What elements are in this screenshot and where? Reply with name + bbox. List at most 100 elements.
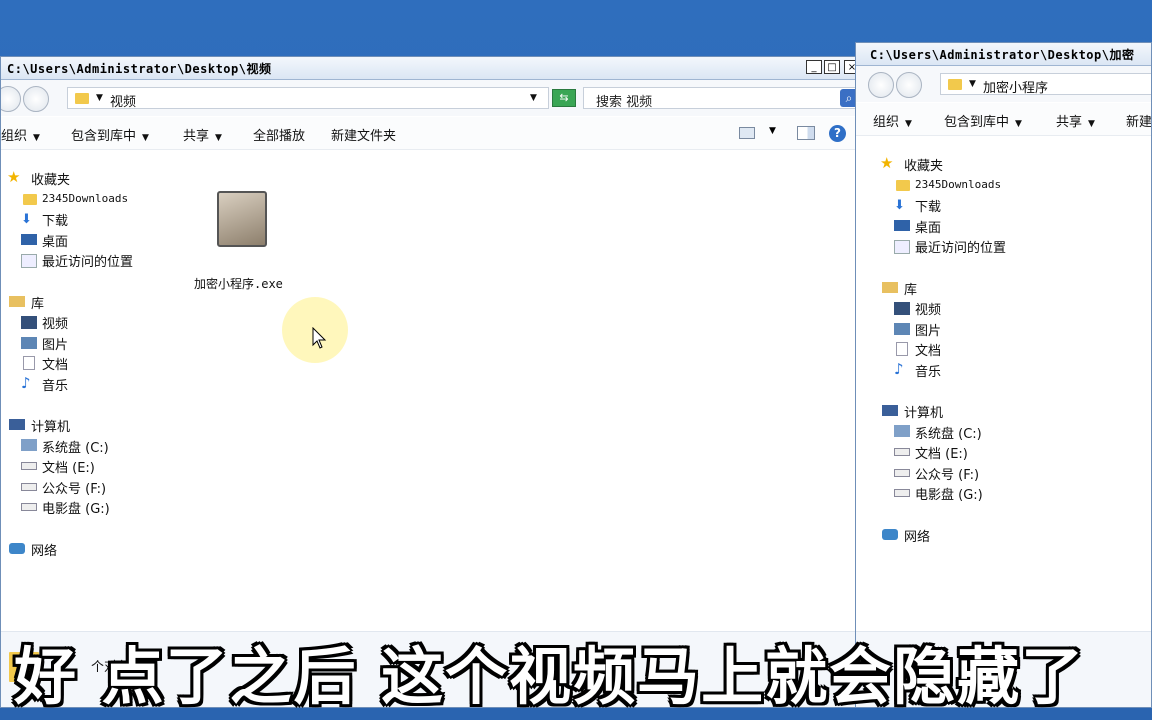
window-title: C:\Users\Administrator\Desktop\加密 bbox=[870, 48, 1135, 62]
file-name: 加密小程序.exe bbox=[194, 277, 283, 291]
forward-button[interactable] bbox=[23, 86, 49, 112]
navigation-bar: ▼ 加密小程序 bbox=[856, 66, 1151, 102]
nav-item-2345downloads[interactable]: 2345Downloads bbox=[915, 178, 1001, 191]
title-bar[interactable]: C:\Users\Administrator\Desktop\加密 bbox=[856, 43, 1151, 66]
nav-item-music[interactable]: 音乐 bbox=[915, 361, 941, 380]
folder-icon bbox=[896, 180, 910, 191]
view-dropdown-icon[interactable]: ▼ bbox=[769, 126, 776, 136]
help-icon[interactable]: ? bbox=[829, 125, 846, 142]
nav-drive-c[interactable]: 系统盘 (C:) bbox=[42, 437, 109, 456]
nav-item-desktop[interactable]: 桌面 bbox=[42, 231, 68, 250]
address-bar[interactable]: ▼ 加密小程序 bbox=[940, 73, 1151, 96]
address-text: 加密小程序 bbox=[983, 81, 1049, 96]
refresh-button[interactable]: ⇆ bbox=[552, 89, 576, 107]
share-menu[interactable]: 共享 ▼ bbox=[1056, 111, 1095, 130]
pictures-icon bbox=[21, 337, 37, 349]
video-icon bbox=[894, 302, 910, 315]
nav-item-recent[interactable]: 最近访问的位置 bbox=[915, 237, 1006, 256]
nav-drive-f[interactable]: 公众号 (F:) bbox=[915, 464, 979, 483]
music-icon: ♪ bbox=[894, 360, 904, 378]
nav-libraries[interactable]: 库 bbox=[904, 279, 917, 298]
nav-item-downloads[interactable]: 下载 bbox=[42, 210, 68, 229]
recent-places-icon bbox=[894, 240, 910, 254]
include-library-menu[interactable]: 包含到库中 ▼ bbox=[944, 111, 1022, 130]
nav-favorites[interactable]: 收藏夹 bbox=[31, 169, 70, 188]
folder-icon bbox=[948, 79, 962, 90]
maximize-button[interactable]: □ bbox=[824, 60, 840, 74]
nav-libraries[interactable]: 库 bbox=[31, 293, 44, 312]
pictures-icon bbox=[894, 323, 910, 335]
nav-item-2345downloads[interactable]: 2345Downloads bbox=[42, 192, 128, 205]
video-icon bbox=[21, 316, 37, 329]
star-icon: ★ bbox=[7, 168, 21, 186]
nav-drive-c[interactable]: 系统盘 (C:) bbox=[915, 423, 982, 442]
nav-favorites[interactable]: 收藏夹 bbox=[904, 155, 943, 174]
title-bar[interactable]: C:\Users\Administrator\Desktop\视频 _ □ × bbox=[1, 57, 863, 80]
organize-menu[interactable]: 组织 ▼ bbox=[1, 125, 40, 144]
address-dropdown-icon[interactable]: ▼ bbox=[530, 93, 537, 103]
search-box[interactable]: 搜索 视频 ⌕ bbox=[583, 87, 861, 110]
executable-file-icon bbox=[217, 191, 267, 247]
view-options-icon[interactable] bbox=[739, 127, 755, 139]
download-icon: ⬇ bbox=[21, 212, 32, 227]
play-all-button[interactable]: 全部播放 bbox=[253, 125, 305, 144]
system-drive-icon bbox=[21, 439, 37, 451]
folder-icon bbox=[23, 194, 37, 205]
nav-network[interactable]: 网络 bbox=[31, 540, 57, 559]
nav-drive-e[interactable]: 文档 (E:) bbox=[915, 443, 968, 462]
new-folder-button[interactable]: 新建文件夹 bbox=[331, 125, 396, 144]
nav-computer[interactable]: 计算机 bbox=[904, 402, 943, 421]
window-title: C:\Users\Administrator\Desktop\视频 bbox=[7, 62, 272, 76]
computer-icon bbox=[9, 419, 25, 430]
address-text: 视频 bbox=[110, 95, 137, 110]
nav-item-documents[interactable]: 文档 bbox=[42, 354, 68, 373]
nav-item-documents[interactable]: 文档 bbox=[915, 340, 941, 359]
nav-item-music[interactable]: 音乐 bbox=[42, 375, 68, 394]
drive-icon bbox=[21, 483, 37, 491]
minimize-button[interactable]: _ bbox=[806, 60, 822, 74]
explorer-window-encrypt[interactable]: C:\Users\Administrator\Desktop\加密 ▼ 加密小程… bbox=[855, 42, 1152, 708]
search-placeholder: 搜索 视频 bbox=[596, 95, 653, 110]
file-item[interactable]: 加密小程序.exe bbox=[187, 185, 299, 295]
nav-item-pictures[interactable]: 图片 bbox=[42, 334, 68, 353]
folder-icon bbox=[75, 93, 89, 104]
nav-item-desktop[interactable]: 桌面 bbox=[915, 217, 941, 236]
back-button[interactable] bbox=[1, 86, 21, 112]
command-bar: 组织 ▼ 包含到库中 ▼ 共享 ▼ 全部播放 新建文件夹 ▼ ? bbox=[1, 117, 863, 150]
address-bar[interactable]: ▼ 视频 ▼ bbox=[67, 87, 549, 110]
network-icon bbox=[882, 529, 898, 540]
nav-item-videos[interactable]: 视频 bbox=[915, 299, 941, 318]
nav-drive-g[interactable]: 电影盘 (G:) bbox=[42, 498, 110, 517]
new-folder-button[interactable]: 新建 bbox=[1126, 111, 1151, 130]
drive-icon bbox=[21, 462, 37, 470]
share-menu[interactable]: 共享 ▼ bbox=[183, 125, 222, 144]
desktop-icon bbox=[21, 234, 37, 245]
navigation-bar: ▼ 视频 ▼ ⇆ 搜索 视频 ⌕ bbox=[1, 80, 863, 116]
nav-drive-e[interactable]: 文档 (E:) bbox=[42, 457, 95, 476]
nav-drive-f[interactable]: 公众号 (F:) bbox=[42, 478, 106, 497]
drive-icon bbox=[894, 489, 910, 497]
computer-icon bbox=[882, 405, 898, 416]
library-icon bbox=[9, 296, 25, 307]
desktop-icon bbox=[894, 220, 910, 231]
library-icon bbox=[882, 282, 898, 293]
nav-item-downloads[interactable]: 下载 bbox=[915, 196, 941, 215]
nav-item-pictures[interactable]: 图片 bbox=[915, 320, 941, 339]
star-icon: ★ bbox=[880, 154, 894, 172]
forward-button[interactable] bbox=[896, 72, 922, 98]
nav-item-videos[interactable]: 视频 bbox=[42, 313, 68, 332]
include-library-menu[interactable]: 包含到库中 ▼ bbox=[71, 125, 149, 144]
nav-computer[interactable]: 计算机 bbox=[31, 416, 70, 435]
network-icon bbox=[9, 543, 25, 554]
download-icon: ⬇ bbox=[894, 198, 905, 213]
back-button[interactable] bbox=[868, 72, 894, 98]
video-subtitle: 好 点了之后 这个视频马上就会隐藏了 bbox=[14, 640, 1086, 713]
explorer-window-video[interactable]: C:\Users\Administrator\Desktop\视频 _ □ × … bbox=[0, 56, 864, 708]
drive-icon bbox=[21, 503, 37, 511]
nav-item-recent[interactable]: 最近访问的位置 bbox=[42, 251, 133, 270]
nav-network[interactable]: 网络 bbox=[904, 526, 930, 545]
nav-drive-g[interactable]: 电影盘 (G:) bbox=[915, 484, 983, 503]
organize-menu[interactable]: 组织 ▼ bbox=[873, 111, 912, 130]
command-bar: 组织 ▼ 包含到库中 ▼ 共享 ▼ 新建 bbox=[856, 103, 1151, 136]
preview-pane-icon[interactable] bbox=[797, 126, 815, 140]
